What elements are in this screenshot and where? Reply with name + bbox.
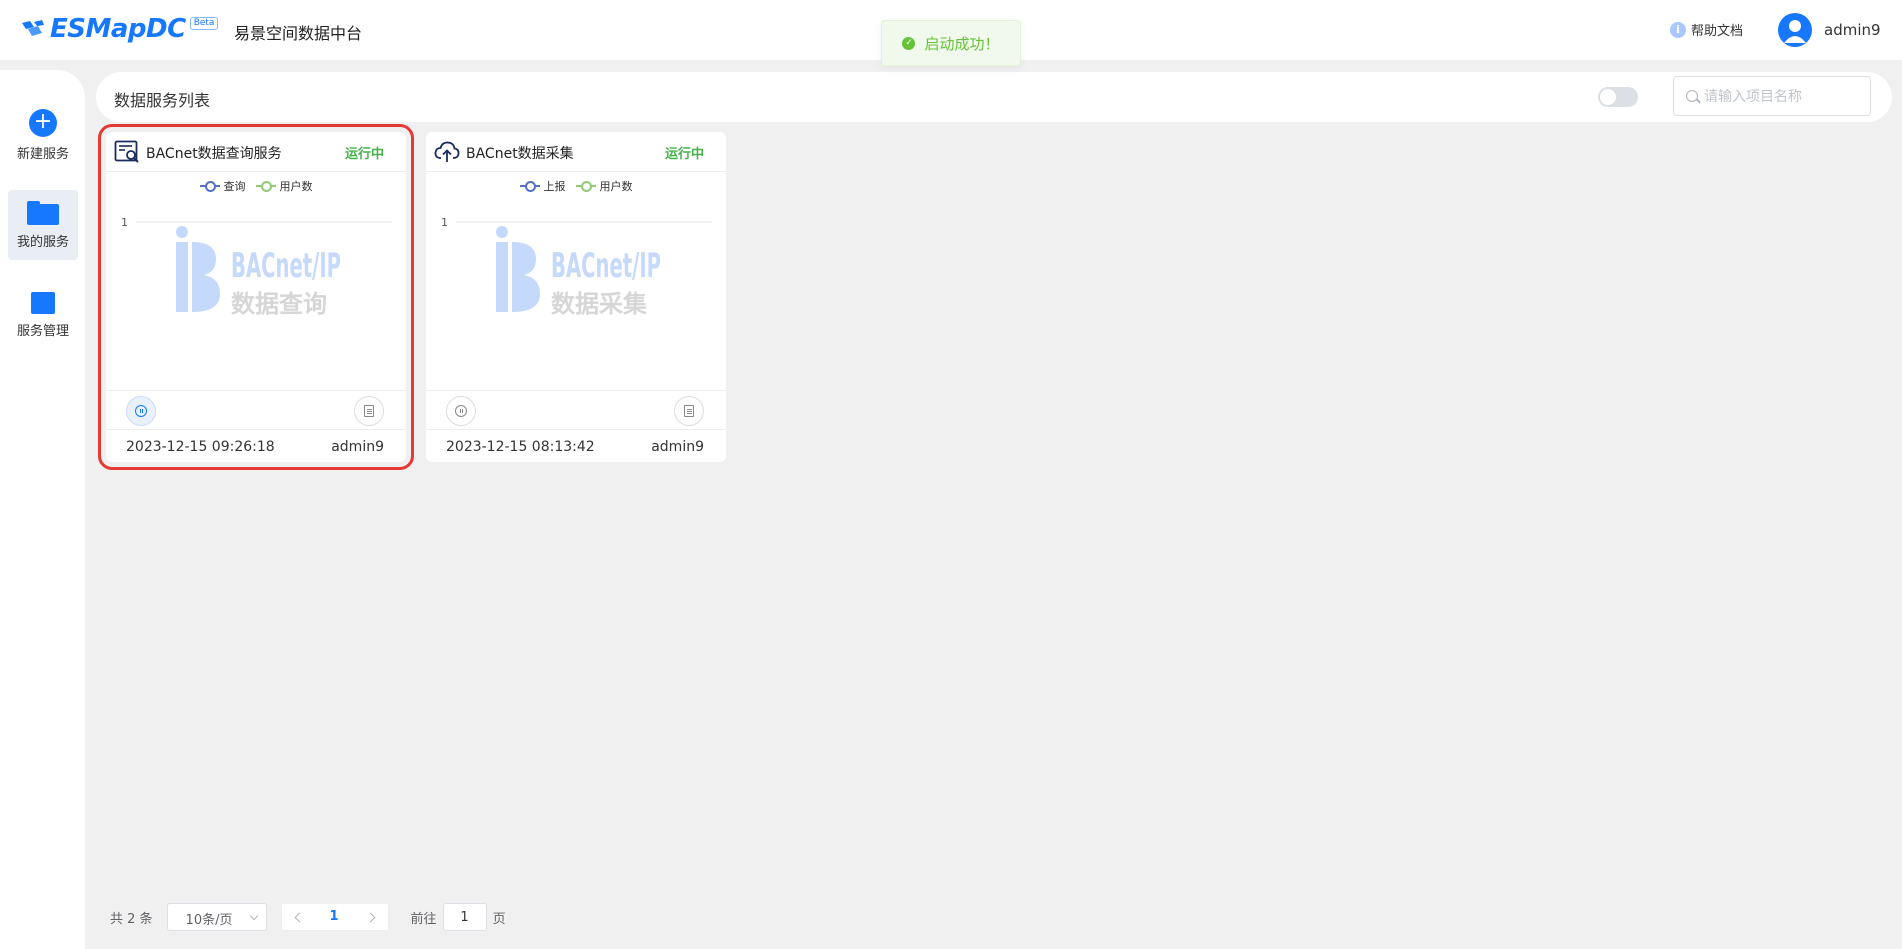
line-chart: BACnet/IP数据查询0117:27 <box>121 216 392 318</box>
list-title: 数据服务列表 <box>114 91 211 110</box>
card-actions <box>426 390 726 430</box>
brand-name: ESMapDC <box>50 14 186 44</box>
sidebar-item-service-management[interactable]: 服务管理 <box>8 280 78 350</box>
sidebar-item-label: 服务管理 <box>16 323 69 339</box>
card-chart: 查询 用户数 BACnet/IP数据查询0117:27 <box>106 172 406 322</box>
bacnet-watermark: BACnet/IP 数据查询 <box>176 226 341 318</box>
pause-button[interactable] <box>126 396 156 426</box>
bacnet-watermark: BACnet/IP 数据采集 <box>496 226 661 318</box>
bacnet-logo-icon <box>496 242 540 312</box>
card-title: BACnet数据查询服务 <box>146 146 282 162</box>
platform-title: 易景空间数据中台 <box>234 24 363 43</box>
bacnet-logo-icon <box>176 242 220 312</box>
page-navigator: 1 <box>280 903 389 931</box>
chevron-down-icon <box>249 911 258 921</box>
card-header: BACnet数据查询服务 运行中 <box>106 132 406 172</box>
cloud-upload-icon <box>434 141 460 162</box>
avatar <box>1778 13 1812 47</box>
pause-icon <box>455 405 467 417</box>
search-icon <box>1686 90 1698 102</box>
search-box <box>1673 76 1871 116</box>
watermark-subtitle: 数据查询 <box>231 290 327 318</box>
card-timestamp: 2023-12-15 09:26:18 <box>126 439 275 455</box>
user-menu[interactable]: admin9 <box>1778 13 1881 47</box>
document-icon <box>684 405 694 417</box>
toast-message: 启动成功！ <box>924 34 1000 53</box>
card-chart: 上报 用户数 BACnet/IP数据采集0116:1516:2716:3916:… <box>426 172 726 322</box>
card-owner: admin9 <box>651 439 704 455</box>
sidebar-item-my-services[interactable]: 我的服务 <box>8 190 78 260</box>
sidebar-item-new-service[interactable]: + 新建服务 <box>8 100 78 170</box>
watermark-title: BACnet/IP <box>231 246 341 286</box>
user-name: admin9 <box>1824 21 1881 39</box>
logo-mark-icon <box>22 20 44 36</box>
y-tick-label: 1 <box>441 216 448 229</box>
service-card[interactable]: BACnet数据查询服务 运行中 查询 用户数 BACnet/IP数据查询011… <box>98 124 414 470</box>
goto-suffix: 页 <box>492 911 506 927</box>
goto-prefix: 前往 <box>410 911 437 927</box>
chevron-right-icon[interactable] <box>365 912 375 923</box>
bacnet-logo-dot <box>176 226 188 238</box>
plus-circle-icon: + <box>29 108 57 137</box>
pause-button[interactable] <box>446 396 476 426</box>
y-tick-label: 1 <box>121 216 128 229</box>
sidebar-item-label: 新建服务 <box>16 146 69 162</box>
help-docs-label: 帮助文档 <box>1691 24 1744 39</box>
line-chart: BACnet/IP数据采集0116:1516:2716:3916:5117:03… <box>441 216 712 318</box>
pagination: 共 2 条 10条/页 1 前往 页 <box>110 903 506 931</box>
page-number-current[interactable]: 1 <box>330 909 339 924</box>
goto-page-input[interactable] <box>442 903 487 931</box>
info-icon: i <box>1670 21 1686 38</box>
status-badge: 运行中 <box>664 147 704 162</box>
total-count: 共 2 条 <box>110 911 153 927</box>
view-toggle[interactable] <box>1598 87 1638 107</box>
sidebar: + 新建服务 我的服务 服务管理 <box>0 70 85 949</box>
beta-badge: Beta <box>189 16 219 30</box>
card-header: BACnet数据采集 运行中 <box>426 132 726 172</box>
query-screen-icon <box>114 140 139 163</box>
log-button[interactable] <box>674 396 704 426</box>
document-icon <box>364 405 374 417</box>
bacnet-logo-dot <box>496 226 508 238</box>
card-title: BACnet数据采集 <box>466 146 574 162</box>
card-actions <box>106 390 406 430</box>
help-docs-link[interactable]: i 帮助文档 <box>1670 20 1743 39</box>
page-size-select[interactable]: 10条/页 <box>166 903 267 931</box>
service-card[interactable]: BACnet数据采集 运行中 上报 用户数 BACnet/IP数据采集0116:… <box>426 132 726 462</box>
chevron-left-icon[interactable] <box>294 912 304 923</box>
service-list-bar: 数据服务列表 <box>96 72 1892 122</box>
page-size-value: 10条/页 <box>185 913 233 928</box>
folder-icon <box>27 200 59 225</box>
status-badge: 运行中 <box>344 147 384 162</box>
sidebar-item-label: 我的服务 <box>16 234 69 250</box>
pause-icon <box>135 405 147 417</box>
log-button[interactable] <box>354 396 384 426</box>
card-owner: admin9 <box>331 439 384 455</box>
card-footer: 2023-12-15 08:13:42 admin9 <box>426 430 726 462</box>
user-icon <box>1784 20 1806 43</box>
brand-logo[interactable]: ESMapDC Beta <box>20 14 219 44</box>
watermark-subtitle: 数据采集 <box>551 290 648 318</box>
search-input[interactable] <box>1704 87 1864 107</box>
card-timestamp: 2023-12-15 08:13:42 <box>446 439 595 455</box>
bookmark-icon <box>31 291 55 314</box>
success-toast: ✓ 启动成功！ <box>881 20 1021 66</box>
card-footer: 2023-12-15 09:26:18 admin9 <box>106 430 406 462</box>
watermark-title: BACnet/IP <box>551 246 661 286</box>
check-circle-icon: ✓ <box>902 36 916 50</box>
